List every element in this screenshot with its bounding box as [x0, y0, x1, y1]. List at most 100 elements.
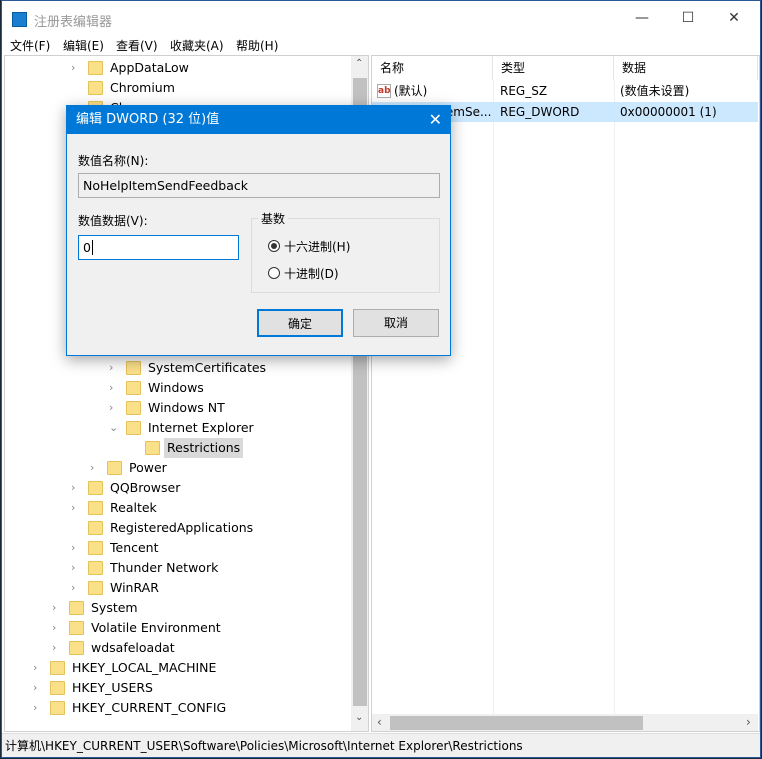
folder-icon — [126, 401, 141, 415]
chevron-right-icon[interactable]: › — [33, 678, 43, 698]
chevron-right-icon[interactable]: › — [71, 538, 81, 558]
scroll-thumb[interactable] — [390, 716, 643, 730]
chevron-right-icon[interactable]: › — [52, 618, 62, 638]
chevron-right-icon[interactable]: › — [71, 498, 81, 518]
tree-item[interactable]: › Realtek — [5, 498, 351, 518]
base-group-label: 基数 — [258, 210, 289, 227]
column-header-type[interactable]: 类型 — [493, 56, 614, 80]
tree-item[interactable]: › Windows — [5, 378, 351, 398]
tree-item[interactable]: RegisteredApplications — [5, 518, 351, 538]
ok-button[interactable]: 确定 — [257, 309, 343, 337]
tree-item-label: Internet Explorer — [148, 420, 254, 435]
radio-dec-label[interactable]: 十进制(D) — [284, 265, 339, 282]
tree-item-label: wdsafeloadat — [91, 640, 175, 655]
tree-item[interactable]: ⌄ Internet Explorer — [5, 418, 351, 438]
dialog-close-button[interactable]: ✕ — [429, 106, 442, 134]
folder-icon — [126, 421, 141, 435]
column-header-data[interactable]: 数据 — [614, 56, 758, 80]
tree-item[interactable]: › Windows NT — [5, 398, 351, 418]
folder-icon — [88, 61, 103, 75]
tree-item-label: AppDataLow — [110, 60, 189, 75]
tree-item-label: WinRAR — [110, 580, 159, 595]
tree-item-label: HKEY_USERS — [72, 680, 153, 695]
chevron-right-icon[interactable]: › — [109, 358, 119, 378]
tree-item[interactable]: › Tencent — [5, 538, 351, 558]
radio-hex[interactable] — [268, 240, 280, 252]
tree-item[interactable]: › HKEY_CURRENT_CONFIG — [5, 698, 351, 718]
menu-file[interactable]: 文件(F) — [10, 37, 50, 54]
tree-item-label: HKEY_LOCAL_MACHINE — [72, 660, 217, 675]
value-name-field: NoHelpItemSendFeedback — [78, 173, 440, 198]
scroll-up-icon[interactable]: ⌃ — [355, 58, 363, 69]
chevron-right-icon[interactable]: › — [33, 698, 43, 718]
value-name: (默认) — [394, 84, 428, 98]
registry-editor-icon — [12, 12, 27, 27]
list-horizontal-scrollbar[interactable]: ‹ › — [372, 714, 758, 731]
string-value-icon: ab — [377, 84, 391, 98]
chevron-right-icon[interactable]: › — [33, 658, 43, 678]
scroll-down-icon[interactable]: ⌄ — [355, 712, 363, 723]
chevron-right-icon[interactable]: › — [109, 398, 119, 418]
tree-item-label: Windows NT — [148, 400, 225, 415]
chevron-right-icon[interactable]: › — [71, 58, 81, 78]
value-type: REG_SZ — [500, 84, 548, 98]
value-data: (数值未设置) — [620, 84, 690, 98]
menu-help[interactable]: 帮助(H) — [236, 37, 278, 54]
folder-icon — [50, 661, 65, 675]
chevron-right-icon[interactable]: › — [71, 478, 81, 498]
tree-item[interactable]: › System — [5, 598, 351, 618]
tree-item-label: HKEY_CURRENT_CONFIG — [72, 700, 227, 715]
tree-item[interactable]: › SystemCertificates — [5, 358, 351, 378]
menu-view[interactable]: 查看(V) — [116, 37, 158, 54]
value-type: REG_DWORD — [500, 105, 580, 119]
dialog-title-bar: 编辑 DWORD (32 位)值 ✕ — [67, 106, 450, 134]
tree-item[interactable]: Restrictions — [5, 438, 351, 458]
maximize-button[interactable]: ☐ — [665, 1, 711, 35]
value-data-text: 0 — [83, 240, 91, 255]
tree-item[interactable]: › wdsafeloadat — [5, 638, 351, 658]
menu-edit[interactable]: 编辑(E) — [63, 37, 104, 54]
tree-item[interactable]: › Thunder Network — [5, 558, 351, 578]
window-title: 注册表编辑器 — [34, 15, 113, 30]
value-data-label: 数值数据(V): — [78, 214, 148, 228]
close-button[interactable]: ✕ — [711, 1, 757, 35]
tree-item[interactable]: › QQBrowser — [5, 478, 351, 498]
chevron-right-icon[interactable]: › — [52, 598, 62, 618]
chevron-right-icon[interactable]: › — [71, 558, 81, 578]
tree-item[interactable]: › WinRAR — [5, 578, 351, 598]
tree-item[interactable]: › AppDataLow — [5, 58, 351, 78]
dialog-title: 编辑 DWORD (32 位)值 — [76, 112, 220, 127]
tree-item[interactable]: › HKEY_USERS — [5, 678, 351, 698]
folder-icon — [145, 441, 160, 455]
tree-item-label: Volatile Environment — [91, 620, 221, 635]
value-name-label: 数值名称(N): — [78, 154, 149, 168]
tree-item-label: System — [91, 600, 138, 615]
chevron-down-icon[interactable]: ⌄ — [109, 418, 119, 438]
tree-item[interactable]: › HKEY_LOCAL_MACHINE — [5, 658, 351, 678]
tree-item[interactable]: › Power — [5, 458, 351, 478]
scroll-left-icon[interactable]: ‹ — [377, 715, 382, 729]
value-row[interactable]: ab (默认) REG_SZ (数值未设置) — [372, 81, 758, 101]
chevron-right-icon[interactable]: › — [71, 578, 81, 598]
radio-dec[interactable] — [268, 267, 280, 279]
folder-icon — [126, 361, 141, 375]
tree-item-label: Power — [129, 460, 167, 475]
tree-item-label: Restrictions — [164, 438, 244, 458]
chevron-right-icon[interactable]: › — [90, 458, 100, 478]
value-data-input[interactable]: 0 — [78, 235, 239, 260]
menu-bar: 文件(F) 编辑(E) 查看(V) 收藏夹(A) 帮助(H) — [2, 35, 760, 55]
folder-icon — [69, 601, 84, 615]
folder-icon — [69, 621, 84, 635]
cancel-button[interactable]: 取消 — [353, 309, 439, 337]
column-header-name[interactable]: 名称 — [372, 56, 493, 80]
tree-item[interactable]: Chromium — [5, 78, 351, 98]
chevron-right-icon[interactable]: › — [52, 638, 62, 658]
menu-favorites[interactable]: 收藏夹(A) — [170, 37, 224, 54]
chevron-right-icon[interactable]: › — [109, 378, 119, 398]
minimize-button[interactable]: — — [619, 1, 665, 35]
radio-hex-label[interactable]: 十六进制(H) — [284, 238, 350, 255]
folder-icon — [50, 701, 65, 715]
scroll-right-icon[interactable]: › — [746, 715, 751, 729]
tree-item[interactable]: › Volatile Environment — [5, 618, 351, 638]
folder-icon — [88, 481, 103, 495]
